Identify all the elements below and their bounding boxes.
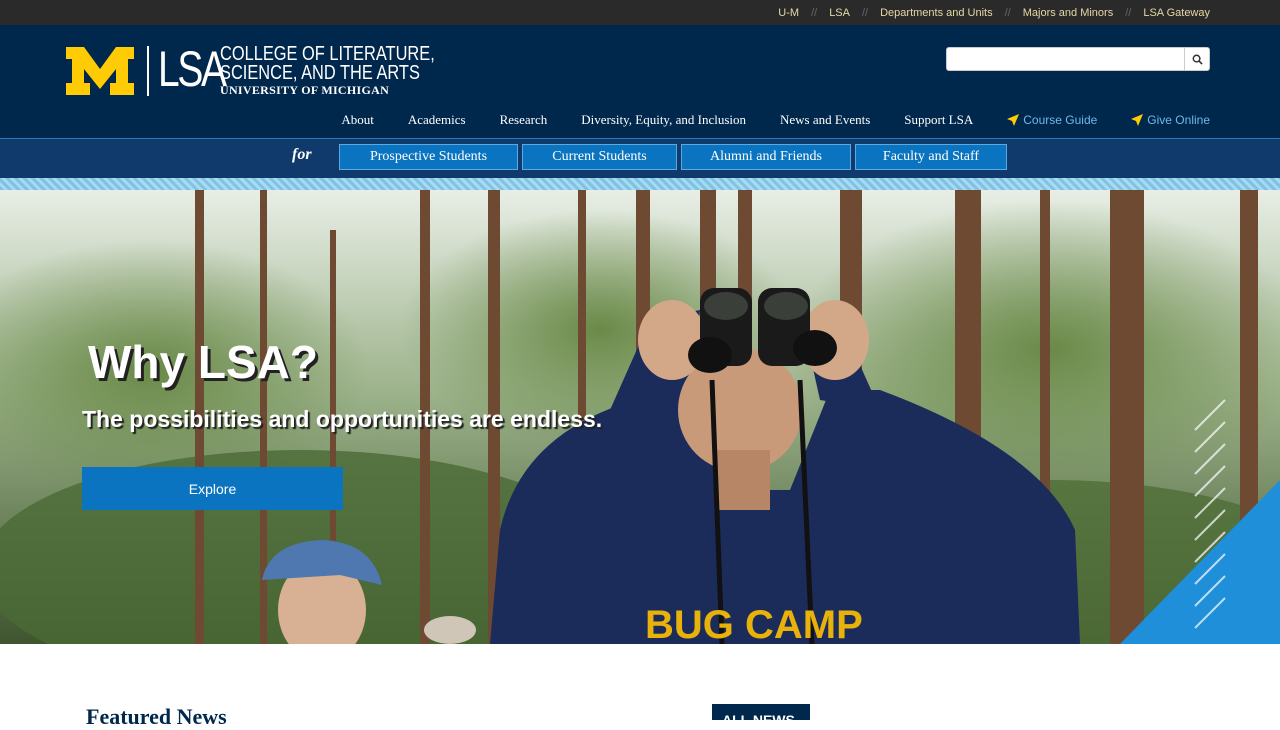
nav-item-dei[interactable]: Diversity, Equity, and Inclusion	[581, 112, 746, 128]
site-header: LSA COLLEGE OF LITERATURE, SCIENCE, AND …	[0, 25, 1280, 138]
utility-link-um[interactable]: U-M	[778, 7, 799, 19]
separator: //	[1113, 7, 1143, 19]
separator: //	[993, 7, 1023, 19]
shirt-text: BUG CAMP	[645, 603, 863, 644]
search-button[interactable]	[1184, 48, 1209, 70]
utility-link-gateway[interactable]: LSA Gateway	[1143, 7, 1210, 19]
hero-subtitle: The possibilities and opportunities are …	[82, 406, 603, 432]
hero-banner: BUG CAMP Why LSA? The possibilities and …	[0, 190, 1280, 644]
course-guide-link[interactable]: Course Guide	[1007, 112, 1097, 128]
utility-links: U-M // LSA // Departments and Units // M…	[778, 0, 1210, 25]
location-arrow-icon	[1131, 114, 1144, 126]
lsa-wordmark[interactable]: LSA	[158, 39, 227, 99]
logo-divider	[147, 46, 149, 96]
nav-item-support[interactable]: Support LSA	[904, 112, 973, 128]
explore-button[interactable]: Explore	[82, 467, 343, 510]
utility-link-majors-label[interactable]: Majors and Minors	[1023, 7, 1113, 19]
audience-prospective-students[interactable]: Prospective Students	[339, 144, 518, 170]
utility-link-departments[interactable]: Departments and Units	[880, 7, 993, 19]
give-online-label: Give Online	[1147, 113, 1210, 127]
give-online-link[interactable]: Give Online	[1131, 112, 1210, 128]
audience-alumni-friends[interactable]: Alumni and Friends	[681, 144, 851, 170]
utility-link-um-label[interactable]: U-M	[778, 7, 799, 19]
featured-news-heading: Featured News	[86, 704, 227, 729]
college-name[interactable]: COLLEGE OF LITERATURE, SCIENCE, AND THE …	[220, 44, 482, 97]
utility-link-majors[interactable]: Majors and Minors	[1023, 7, 1113, 19]
course-guide-label: Course Guide	[1023, 113, 1098, 127]
location-arrow-icon	[1007, 114, 1020, 126]
separator-text: //	[811, 6, 818, 19]
utility-link-gateway-label[interactable]: LSA Gateway	[1143, 7, 1210, 19]
university-name: UNIVERSITY OF MICHIGAN	[220, 83, 390, 97]
block-m-logo[interactable]	[66, 47, 134, 95]
separator: //	[799, 7, 829, 19]
nav-item-about[interactable]: About	[341, 112, 374, 128]
separator-text: //	[1004, 6, 1011, 19]
separator-text: //	[861, 6, 869, 19]
college-name-line2: SCIENCE, AND THE ARTS	[220, 62, 420, 84]
audience-faculty-staff[interactable]: Faculty and Staff	[855, 144, 1007, 170]
main-nav: About Academics Research Diversity, Equi…	[307, 112, 1210, 128]
search-input[interactable]	[947, 48, 1185, 70]
utility-link-lsa[interactable]: LSA	[829, 7, 850, 19]
audience-for-label: for	[292, 146, 312, 163]
search-icon	[1192, 54, 1203, 65]
utility-link-departments-label[interactable]: Departments and Units	[880, 7, 993, 19]
nav-item-academics[interactable]: Academics	[408, 112, 466, 128]
nav-item-news-events[interactable]: News and Events	[780, 112, 870, 128]
nav-item-research[interactable]: Research	[500, 112, 548, 128]
decorative-stripe	[0, 176, 1280, 190]
utility-link-lsa-label[interactable]: LSA	[829, 7, 850, 19]
audience-buttons: Prospective Students Current Students Al…	[339, 144, 1011, 170]
separator-text: //	[1125, 6, 1132, 19]
all-news-button[interactable]: ALL NEWS	[712, 704, 810, 720]
audience-bar: for Prospective Students Current Student…	[0, 138, 1280, 176]
audience-current-students[interactable]: Current Students	[522, 144, 677, 170]
separator: //	[850, 7, 880, 19]
hero-title: Why LSA?	[88, 336, 318, 388]
utility-bar: U-M // LSA // Departments and Units // M…	[0, 0, 1280, 25]
search-box	[946, 47, 1210, 71]
